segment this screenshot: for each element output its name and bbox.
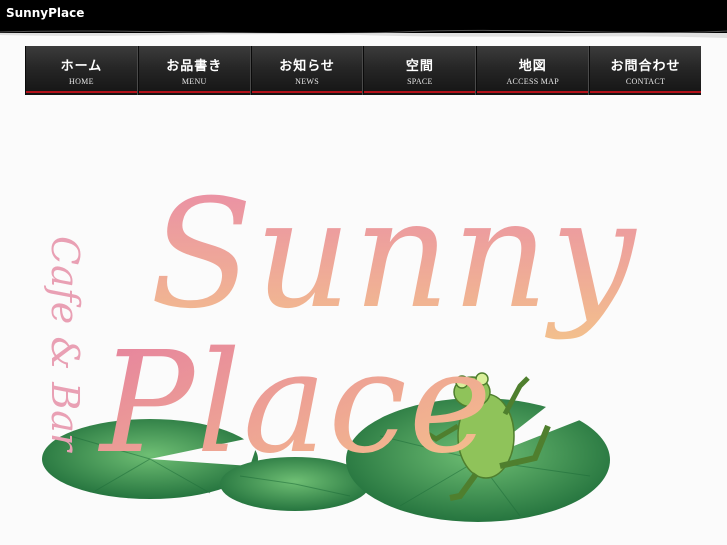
nav-news[interactable]: お知らせ NEWS (250, 46, 364, 95)
nav-access-map-label: 地図 (518, 59, 547, 74)
nav-contact-label: お問合わせ (610, 59, 681, 74)
nav-access-map[interactable]: 地図 ACCESS MAP (476, 46, 590, 95)
nav-home[interactable]: ホーム HOME (25, 46, 138, 95)
nav-news-label: お知らせ (279, 59, 335, 74)
site-name[interactable]: SunnyPlace (6, 6, 84, 20)
nav-home-label: ホーム (60, 59, 103, 74)
nav-space-label: 空間 (405, 59, 434, 74)
logo-text-main: Sunny (150, 168, 638, 342)
nav-menu[interactable]: お品書き MENU (137, 46, 251, 95)
main-nav: ホーム HOME お品書き MENU お知らせ NEWS 空間 SPACE 地図… (25, 46, 701, 95)
hero-logo: Sunny Place Cafe & Bar (42, 168, 638, 522)
logo-subtitle: Cafe & Bar (43, 236, 87, 454)
nav-contact[interactable]: お問合わせ CONTACT (589, 46, 701, 95)
nav-contact-sublabel: CONTACT (625, 77, 666, 86)
nav-home-sublabel: HOME (69, 77, 94, 86)
header-swoosh (0, 28, 727, 38)
nav-access-map-sublabel: ACCESS MAP (506, 77, 560, 86)
logo-text-second: Place (97, 322, 494, 485)
nav-menu-sublabel: MENU (181, 77, 207, 86)
nav-space[interactable]: 空間 SPACE (363, 46, 477, 95)
nav-news-sublabel: NEWS (295, 77, 319, 86)
nav-space-sublabel: SPACE (407, 77, 433, 86)
nav-menu-label: お品書き (166, 59, 223, 74)
